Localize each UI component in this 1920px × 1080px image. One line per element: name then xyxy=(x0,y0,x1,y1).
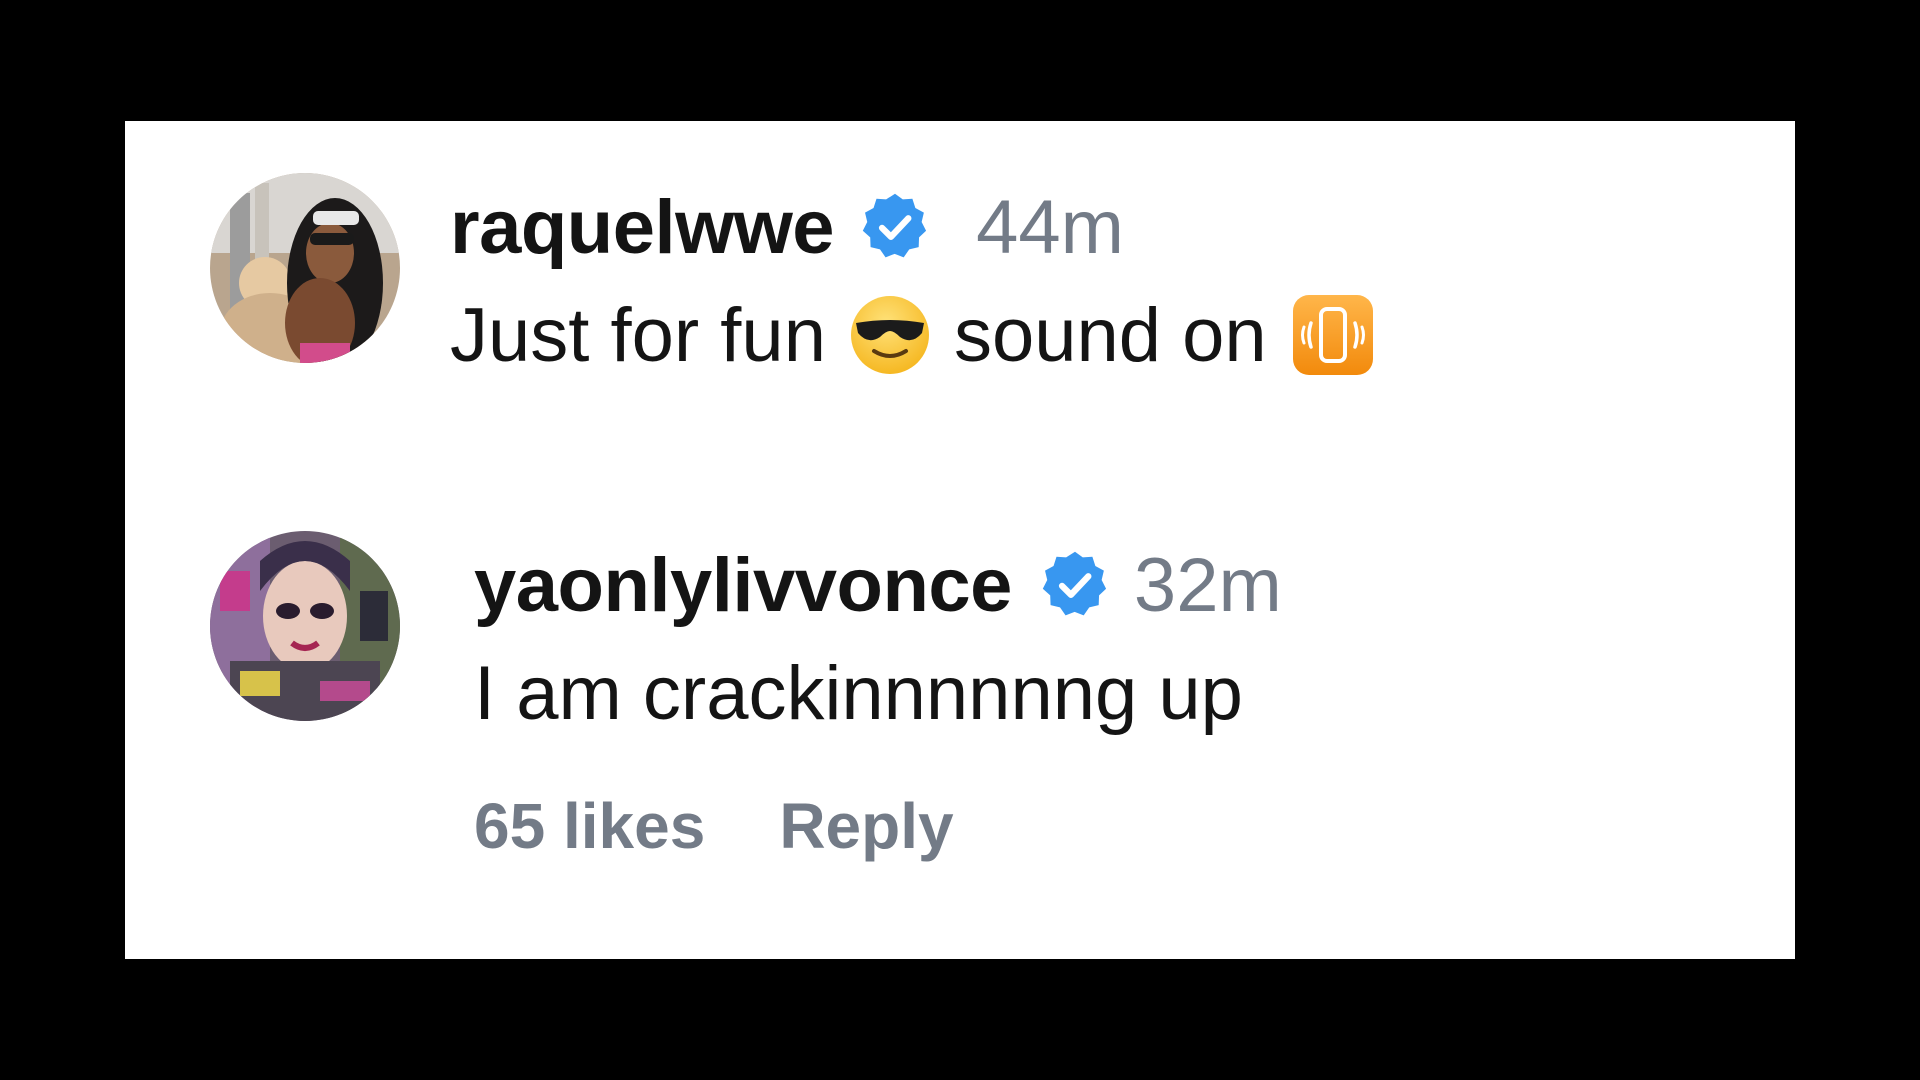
comment-body: yaonlylivvonce 32m I am crackinnnnnng up xyxy=(474,531,1282,747)
comment-header: yaonlylivvonce 32m xyxy=(474,531,1282,639)
avatar[interactable] xyxy=(210,173,400,363)
comment-text-part: Just for fun xyxy=(450,292,826,378)
comment-text-part: sound on xyxy=(953,292,1267,378)
comment-text: I am crackinnnnnng up xyxy=(474,639,1282,747)
comment-timestamp: 44m xyxy=(976,184,1124,270)
verified-badge-icon xyxy=(858,190,932,264)
avatar[interactable] xyxy=(210,531,400,721)
comment-header: raquelwwe 44m xyxy=(450,173,1375,281)
username[interactable]: yaonlylivvonce xyxy=(474,542,1012,629)
comment-text-part: I am crackinnnnnng up xyxy=(474,650,1243,736)
sunglasses-emoji-icon xyxy=(848,293,932,377)
comment-actions: 65 likes Reply xyxy=(474,781,954,871)
comment-body: raquelwwe 44m Just for fun sound on xyxy=(450,173,1375,389)
comments-card: raquelwwe 44m Just for fun sound on yaon… xyxy=(125,121,1795,959)
likes-count[interactable]: 65 likes xyxy=(474,789,705,863)
comment-timestamp: 32m xyxy=(1133,542,1282,628)
username[interactable]: raquelwwe xyxy=(450,184,835,271)
reply-button[interactable]: Reply xyxy=(779,789,953,863)
vibration-mode-emoji-icon xyxy=(1291,293,1375,377)
verified-badge-icon xyxy=(1038,548,1112,622)
comment-text: Just for fun sound on xyxy=(450,281,1375,389)
